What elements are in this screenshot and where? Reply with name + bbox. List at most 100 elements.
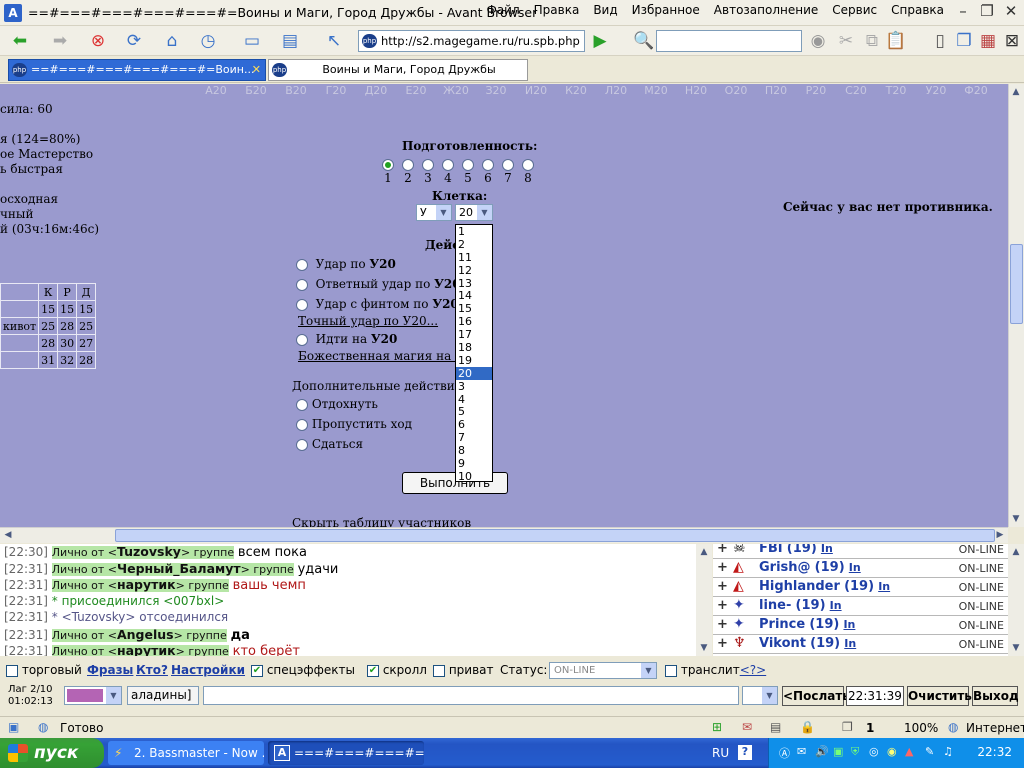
trade-option[interactable]: торговый [6,663,82,677]
user-name[interactable]: line- [759,598,791,613]
copy-icon[interactable]: ⧉ [860,29,884,53]
new-window-icon[interactable]: ▭ [240,29,264,53]
paste-icon[interactable]: 📋 [884,29,908,53]
network-icon[interactable]: ▣ [833,745,843,758]
hide-participants-link[interactable]: Скрыть таблицу участников [292,516,471,527]
action-radio[interactable] [296,398,308,411]
user-name[interactable]: Vikont [759,636,806,651]
dropdown-option[interactable]: 16 [456,315,492,328]
action-radio[interactable] [296,258,308,271]
readiness-option[interactable]: 6 [478,157,498,185]
page-vertical-scrollbar[interactable]: ▲ ▼ [1008,84,1024,527]
go-icon[interactable]: ▶ [588,29,612,53]
trade-checkbox[interactable] [6,664,18,677]
minimize-icon[interactable]: – [954,2,972,20]
scroll-thumb[interactable] [115,529,995,542]
search-engine-icon[interactable]: ◉ [806,29,830,53]
menu-favorites[interactable]: Избранное [632,3,700,17]
expand-icon[interactable]: + [717,579,728,594]
scroll-option[interactable]: ✔ скролл [367,663,427,677]
scroll-up-icon[interactable]: ▲ [697,545,711,559]
scroll-checkbox[interactable]: ✔ [367,664,379,677]
readiness-radio[interactable] [402,158,414,171]
chat-nick[interactable]: нарутик [117,643,176,656]
home-icon[interactable]: ⌂ [160,29,184,53]
taskbar-item-bassmaster[interactable]: ⚡ 2. Bassmaster - Now ... [108,741,264,765]
dropdown-option[interactable]: 5 [456,405,492,419]
flash-icon[interactable]: ▤ [770,720,781,734]
user-info-link[interactable]: In [830,599,842,612]
close-icon[interactable]: ✕ [1002,2,1020,20]
extra-action-rest[interactable]: Отдохнуть [296,397,378,411]
expand-icon[interactable]: + [717,598,728,613]
smiley-select[interactable]: ▼ [742,686,778,705]
cascade-icon[interactable]: ❐ [952,29,976,53]
dropdown-option[interactable]: 11 [456,251,492,264]
action-radio[interactable] [296,278,308,291]
restore-icon[interactable]: ❐ [978,2,996,20]
speaker-icon[interactable]: ♫ [943,745,953,758]
ati-icon[interactable]: ▲ [905,745,913,758]
back-icon[interactable]: ⬅ [8,29,32,53]
refresh-icon[interactable]: ⟳ [122,29,146,53]
readiness-radio[interactable] [462,158,474,171]
readiness-option[interactable]: 8 [518,157,538,185]
forward-icon[interactable]: ➡ [48,29,72,53]
user-info-link[interactable]: In [821,544,833,555]
security-icon[interactable]: ⛨ [851,745,859,759]
readiness-option[interactable]: 7 [498,157,518,185]
chat-nick[interactable]: Tuzovsky [117,544,181,559]
stop-icon[interactable]: ⊗ [86,29,110,53]
private-option[interactable]: приват [433,663,494,677]
tab-close-icon[interactable]: ✕ [252,60,261,80]
user-info-link[interactable]: In [878,580,890,593]
status-select[interactable]: ON-LINE ▼ [549,662,657,679]
dropdown-option[interactable]: 4 [456,393,492,406]
scroll-left-icon[interactable]: ◀ [1,528,15,542]
readiness-option[interactable]: 1 [378,157,398,185]
dropdown-option[interactable]: 15 [456,302,492,315]
effects-checkbox[interactable]: ✔ [251,664,263,677]
dropdown-option[interactable]: 14 [456,289,492,303]
divine-magic-link[interactable]: Божественная магия на У20 [298,349,479,363]
readiness-option[interactable]: 4 [438,157,458,185]
user-info-link[interactable]: In [844,637,856,650]
exit-button[interactable]: Выход [972,686,1019,706]
menu-file[interactable]: Файл [486,3,519,17]
user-info-link[interactable]: In [843,618,855,631]
readiness-radio[interactable] [522,158,534,171]
menu-view[interactable]: Вид [593,3,617,17]
menu-autofill[interactable]: Автозаполнение [714,3,818,17]
dropdown-option[interactable]: 17 [456,328,492,341]
scroll-down-icon[interactable]: ▼ [1009,512,1023,526]
antivirus-icon[interactable]: ◎ [869,745,879,758]
readiness-option[interactable]: 2 [398,157,418,185]
window-list-icon[interactable]: ▤ [278,29,302,53]
dropdown-option[interactable]: 8 [456,444,492,457]
user-name[interactable]: Grish@ [759,560,811,575]
cell-letter-select[interactable]: У ▼ [416,204,452,221]
menu-tools[interactable]: Сервис [832,3,877,17]
action-move[interactable]: Идти на У20 [296,332,397,346]
expand-icon[interactable]: + [717,617,728,632]
dropdown-option[interactable]: 7 [456,431,492,444]
help-icon[interactable]: ? [738,745,752,760]
expand-icon[interactable]: + [717,636,728,651]
start-button[interactable]: пуск [0,738,104,768]
scroll-up-icon[interactable]: ▲ [1009,85,1023,99]
new-page-icon[interactable]: ▯ [928,29,952,53]
address-bar[interactable]: php http://s2.magegame.ru/ru.spb.php [358,30,585,52]
chat-scrollbar[interactable]: ▲ ▼ [696,544,712,656]
settings-link[interactable]: Настройки [171,663,245,677]
channel-field[interactable]: аладины] [127,686,199,705]
expand-icon[interactable]: + [717,544,728,556]
scroll-up-icon[interactable]: ▲ [1009,545,1023,559]
page-horizontal-scrollbar[interactable]: ◀ ▶ [0,527,1008,543]
menu-edit[interactable]: Правка [534,3,580,17]
mail-icon[interactable]: ✉ [797,745,806,758]
precise-strike-link[interactable]: Точный удар по У20... [298,314,438,328]
dropdown-option[interactable]: 2 [456,238,492,251]
color-select[interactable]: ▼ [64,686,122,705]
translit-checkbox[interactable] [665,664,677,677]
scroll-down-icon[interactable]: ▼ [697,641,711,655]
